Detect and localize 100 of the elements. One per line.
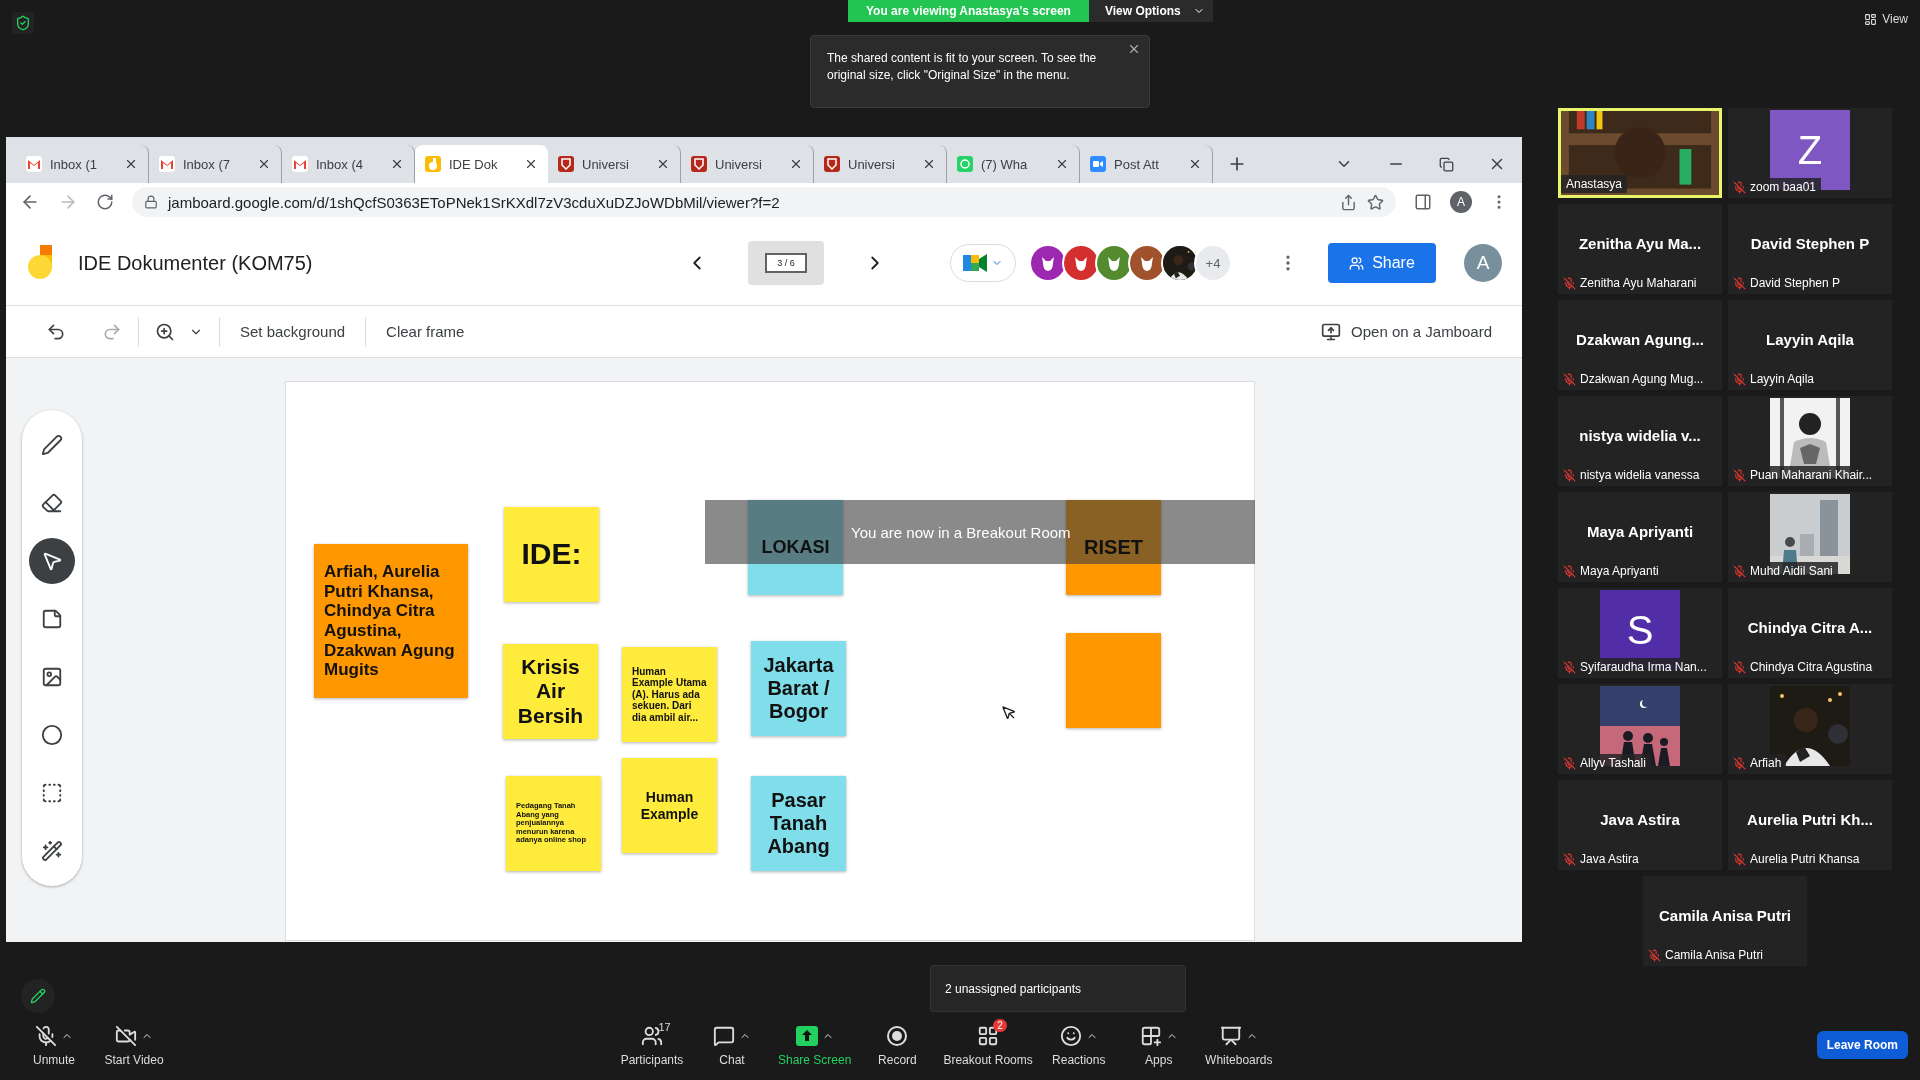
close-icon[interactable] bbox=[524, 157, 538, 171]
close-icon[interactable] bbox=[124, 157, 138, 171]
participant-tile[interactable]: David Stephen P David Stephen P bbox=[1728, 204, 1892, 294]
zoom-icon[interactable] bbox=[155, 321, 175, 342]
close-icon[interactable] bbox=[1127, 42, 1141, 56]
shield-icon bbox=[558, 156, 574, 172]
sticky-note[interactable]: Human Example bbox=[622, 758, 717, 853]
note-text: Arfiah, Aurelia Putri Khansa, Chindya Citra Agustina, Dzakwan Agung Mugits bbox=[324, 562, 456, 680]
browser-tab[interactable]: Post Att bbox=[1080, 145, 1213, 183]
sticky-note[interactable]: Arfiah, Aurelia Putri Khansa, Chindya Citra Agustina, Dzakwan Agung Mugits bbox=[314, 544, 468, 698]
sticky-note[interactable]: IDE: bbox=[504, 507, 599, 602]
participant-tile[interactable]: S Syifaraudha Irma Nan... bbox=[1558, 588, 1722, 678]
close-icon[interactable] bbox=[922, 157, 936, 171]
participant-tile[interactable]: Allyv Tashali bbox=[1558, 684, 1722, 774]
chat-icon bbox=[713, 1025, 735, 1047]
text-box-icon bbox=[41, 782, 63, 804]
name-label: Java Astira bbox=[1580, 852, 1639, 866]
record-button[interactable]: Record bbox=[857, 1023, 938, 1067]
side-panel-icon[interactable] bbox=[1414, 193, 1432, 211]
whiteboards-button[interactable]: Whiteboards bbox=[1198, 1023, 1279, 1067]
participant-name: nistya widelia v... bbox=[1579, 426, 1701, 444]
apps-button[interactable]: Apps bbox=[1118, 1023, 1199, 1067]
sticky-note[interactable]: Human Example Utama (A). Harus ada sekuen. Dari dia ambil air... bbox=[622, 647, 717, 742]
name-label: Arfiah bbox=[1750, 756, 1782, 770]
more-collaborators[interactable]: +4 bbox=[1194, 244, 1232, 282]
participants-button[interactable]: 17 Participants bbox=[612, 1023, 692, 1067]
participant-tile[interactable]: Zenitha Ayu Ma... Zenitha Ayu Maharani bbox=[1558, 204, 1722, 294]
participant-name: Dzakwan Agung... bbox=[1576, 330, 1704, 348]
camera-icon bbox=[963, 253, 989, 273]
close-icon[interactable] bbox=[1188, 157, 1202, 171]
security-icon[interactable] bbox=[12, 12, 34, 34]
share-screen-icon bbox=[795, 1026, 818, 1046]
share-button[interactable]: Share bbox=[1328, 243, 1436, 283]
annotate-button[interactable] bbox=[21, 979, 55, 1013]
close-icon[interactable] bbox=[656, 157, 670, 171]
participant-tile[interactable]: nistya widelia v... nistya widelia vanessa bbox=[1558, 396, 1722, 486]
sticky-note[interactable]: Jakarta Barat / Bogor bbox=[751, 641, 846, 736]
sticky-note[interactable]: LOKASI bbox=[748, 500, 843, 595]
share-icon[interactable] bbox=[1340, 193, 1357, 211]
browser-tab[interactable]: Inbox (7 bbox=[149, 145, 282, 183]
profile-avatar[interactable]: A bbox=[1450, 191, 1472, 213]
close-icon[interactable] bbox=[257, 157, 271, 171]
shield-icon bbox=[824, 156, 840, 172]
participant-tile[interactable]: Puan Maharani Khair... bbox=[1728, 396, 1892, 486]
name-label: Zenitha Ayu Maharani bbox=[1580, 276, 1697, 290]
view-button[interactable]: View bbox=[1864, 12, 1908, 26]
name-label: Aurelia Putri Khansa bbox=[1750, 852, 1860, 866]
toolbar-action[interactable]: Set background bbox=[236, 323, 350, 340]
participant-tile[interactable]: Aurelia Putri Kh... Aurelia Putri Khansa bbox=[1728, 780, 1892, 870]
undo-icon[interactable] bbox=[46, 321, 66, 342]
participant-tile[interactable]: Java Astira Java Astira bbox=[1558, 780, 1722, 870]
participant-tile[interactable]: Anastasya bbox=[1558, 108, 1722, 198]
note-text: Jakarta Barat / Bogor bbox=[762, 654, 835, 723]
bookmark-icon[interactable] bbox=[1367, 193, 1384, 211]
mouse-cursor-icon bbox=[1001, 705, 1017, 721]
name-label: David Stephen P bbox=[1750, 276, 1841, 290]
participant-tile[interactable]: Chindya Citra A... Chindya Citra Agustina bbox=[1728, 588, 1892, 678]
close-icon[interactable] bbox=[390, 157, 404, 171]
participant-tile[interactable]: Camila Anisa Putri Camila Anisa Putri bbox=[1643, 876, 1807, 966]
muted-mic-icon bbox=[35, 1025, 57, 1047]
url-text: jamboard.google.com/d/1shQcfS0363EToPNek1SrKXdl7zV3cduXuDZJoWDbMil/viewer?f=2 bbox=[168, 193, 781, 211]
participant-tile[interactable]: Arfiah bbox=[1728, 684, 1892, 774]
pen-icon bbox=[41, 434, 63, 456]
mail-icon bbox=[26, 156, 42, 172]
document-title: IDE Dokumenter (KOM75) bbox=[78, 251, 313, 275]
browser-tab[interactable]: Universi bbox=[548, 145, 681, 183]
toolbar-action[interactable]: Clear frame bbox=[382, 323, 469, 340]
mic-button[interactable]: Unmute bbox=[14, 1023, 94, 1067]
chat-button[interactable]: Chat bbox=[692, 1023, 772, 1067]
reload-icon[interactable] bbox=[96, 193, 114, 211]
view-options-button[interactable]: View Options bbox=[1088, 0, 1213, 22]
mail-icon bbox=[159, 156, 175, 172]
participant-tile[interactable]: Muhd Aidil Sani bbox=[1728, 492, 1892, 582]
share-button[interactable]: Share Screen bbox=[772, 1023, 858, 1067]
browser-tab[interactable]: (7) Wha bbox=[947, 145, 1080, 183]
sticky-note[interactable]: Pasar Tanah Abang bbox=[751, 776, 846, 871]
leave-room-button[interactable]: Leave Room bbox=[1816, 1031, 1908, 1059]
participant-tile[interactable]: Maya Apriyanti Maya Apriyanti bbox=[1558, 492, 1722, 582]
note-text: Pasar Tanah Abang bbox=[766, 789, 831, 858]
open-on-jamboard-button[interactable]: Open on a Jamboard bbox=[1315, 320, 1498, 343]
address-bar[interactable]: jamboard.google.com/d/1shQcfS0363EToPNek1SrKXdl7zV3cduXuDZJoWDbMil/viewer?f=2 bbox=[132, 187, 1396, 217]
browser-tab[interactable]: Inbox (1 bbox=[16, 145, 149, 183]
browser-tab[interactable]: Universi bbox=[681, 145, 814, 183]
browser-tab[interactable]: IDE Dok bbox=[415, 145, 548, 183]
frame-selector[interactable]: 3 / 6 bbox=[748, 241, 824, 285]
tool-button[interactable] bbox=[29, 538, 75, 584]
close-icon[interactable] bbox=[1055, 157, 1069, 171]
video-button[interactable]: Start Video bbox=[94, 1023, 174, 1067]
browser-tab[interactable]: Universi bbox=[814, 145, 947, 183]
close-icon[interactable] bbox=[789, 157, 803, 171]
participant-tile[interactable]: Dzakwan Agung... Dzakwan Agung Mug... bbox=[1558, 300, 1722, 390]
reactions-button[interactable]: Reactions bbox=[1038, 1023, 1119, 1067]
note-text: Krisis Air Bersih bbox=[516, 655, 585, 728]
participant-tile[interactable]: Layyin Aqila Layyin Aqila bbox=[1728, 300, 1892, 390]
restore-icon[interactable] bbox=[1439, 156, 1454, 172]
participant-tile[interactable]: Z zoom baa01 bbox=[1728, 108, 1892, 198]
notice-text: The shared content is fit to your screen. To see the original size, click "Original Size" in the menu. bbox=[827, 51, 1097, 82]
tab-title: Universi bbox=[715, 156, 763, 172]
sticky-note[interactable]: Krisis Air Bersih bbox=[503, 644, 598, 739]
browser-tab[interactable]: Inbox (4 bbox=[282, 145, 415, 183]
